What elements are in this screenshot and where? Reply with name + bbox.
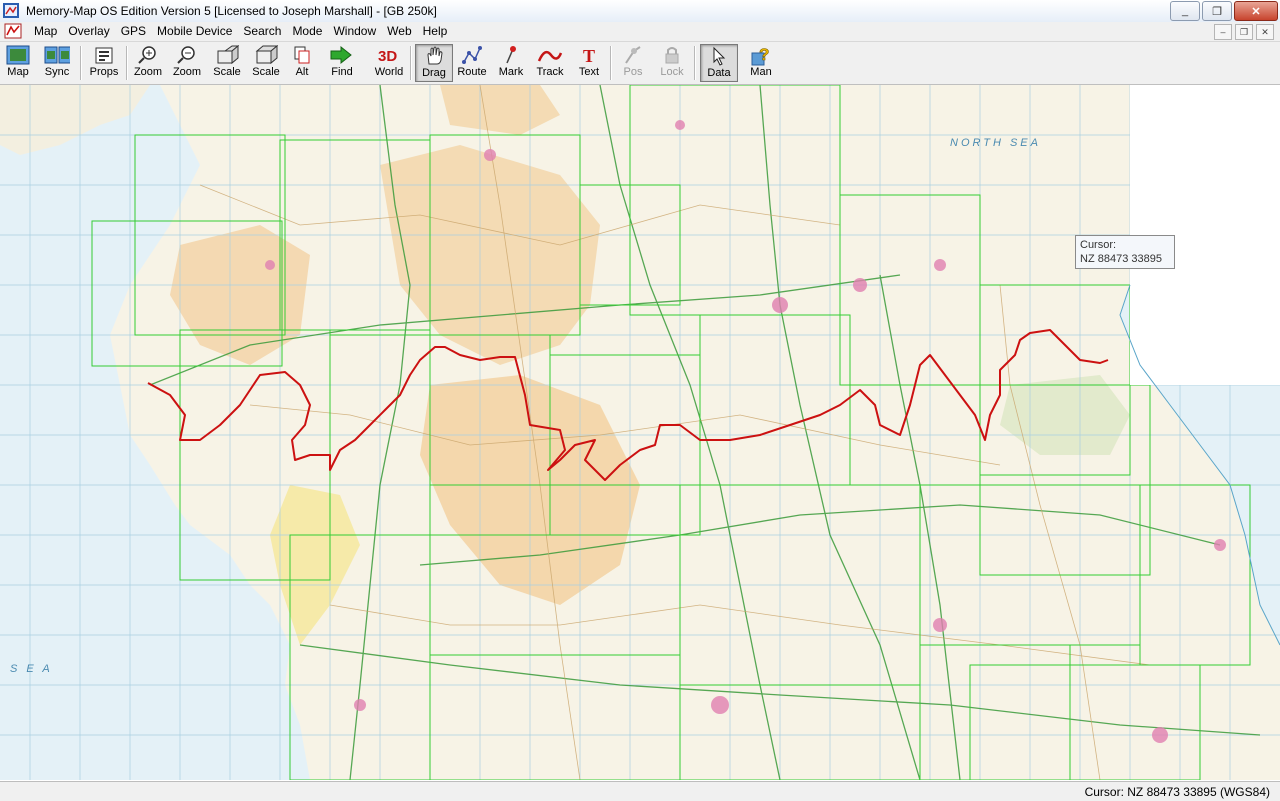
map-icon	[5, 44, 31, 66]
window-title: Memory-Map OS Edition Version 5 [License…	[26, 4, 437, 18]
menu-gps[interactable]: GPS	[117, 24, 153, 39]
toolbar: Map Sync Props Zoom Zoom Scale Scale Alt…	[0, 42, 1280, 85]
svg-text:3D: 3D	[378, 48, 397, 65]
scale-down-icon	[253, 44, 279, 66]
zoom-out-button[interactable]: Zoom	[171, 44, 203, 80]
world-button[interactable]: 3D World	[372, 44, 406, 80]
alt-icon	[289, 44, 315, 66]
route-icon	[459, 44, 485, 66]
pointer-icon	[706, 45, 732, 67]
props-button[interactable]: Props	[88, 44, 120, 80]
find-icon	[329, 44, 355, 66]
cursor-tooltip: Cursor: NZ 88473 33895	[1075, 235, 1175, 269]
zoom-in-button[interactable]: Zoom	[132, 44, 164, 80]
menu-window[interactable]: Window	[329, 24, 383, 39]
menu-search[interactable]: Search	[239, 24, 288, 39]
text-icon: T	[576, 44, 602, 66]
find-button[interactable]: Find	[326, 44, 358, 80]
manual-button[interactable]: ? Man	[746, 44, 776, 80]
marker-icon	[498, 44, 524, 66]
menu-mobile-device[interactable]: Mobile Device	[153, 24, 239, 39]
document-icon[interactable]	[4, 23, 22, 39]
scale-up-icon	[214, 44, 240, 66]
menu-map[interactable]: Map	[30, 24, 64, 39]
tooltip-title: Cursor:	[1080, 239, 1117, 251]
track-button[interactable]: Track	[533, 44, 567, 80]
position-icon	[620, 44, 646, 66]
map-canvas[interactable]	[0, 85, 1280, 780]
lock-icon	[659, 44, 685, 66]
sync-button[interactable]: Sync	[42, 44, 72, 80]
track-icon	[537, 44, 563, 66]
drag-button[interactable]: Drag	[415, 44, 453, 82]
mark-button[interactable]: Mark	[495, 44, 527, 80]
menu-help[interactable]: Help	[419, 24, 455, 39]
land-area-north	[0, 85, 150, 155]
cursor-position-readout: Cursor: NZ 88473 33895 (WGS84)	[1084, 785, 1270, 799]
pos-button[interactable]: Pos	[617, 44, 649, 80]
svg-text:?: ?	[759, 45, 769, 64]
menu-bar: Map Overlay GPS Mobile Device Search Mod…	[0, 22, 1280, 42]
route-button[interactable]: Route	[455, 44, 489, 80]
menu-mode[interactable]: Mode	[288, 24, 329, 39]
north-sea-label: NORTH SEA	[950, 137, 1041, 149]
text-button[interactable]: T Text	[574, 44, 604, 80]
menu-web[interactable]: Web	[383, 24, 418, 39]
minimize-button[interactable]: _	[1170, 1, 1200, 21]
scale-up-button[interactable]: Scale	[210, 44, 244, 80]
hand-icon	[421, 45, 447, 67]
world-3d-icon: 3D	[376, 44, 402, 66]
zoom-in-icon	[135, 44, 161, 66]
sync-icon	[44, 44, 70, 66]
tooltip-value: NZ 88473 33895	[1080, 253, 1162, 265]
map-view[interactable]: NORTH SEA S E A Cursor: NZ 88473 33895	[0, 85, 1280, 780]
lock-button[interactable]: Lock	[656, 44, 688, 80]
title-bar: Memory-Map OS Edition Version 5 [License…	[0, 0, 1280, 23]
svg-text:T: T	[583, 46, 595, 65]
data-button[interactable]: Data	[700, 44, 738, 82]
menu-overlay[interactable]: Overlay	[64, 24, 116, 39]
map-button[interactable]: Map	[4, 44, 32, 80]
sea-label: S E A	[10, 663, 53, 675]
alt-button[interactable]: Alt	[290, 44, 314, 80]
properties-icon	[91, 44, 117, 66]
mdi-restore-button[interactable]: ❐	[1235, 24, 1253, 40]
zoom-out-icon	[174, 44, 200, 66]
maximize-button[interactable]: ❐	[1202, 1, 1232, 21]
scale-down-button[interactable]: Scale	[249, 44, 283, 80]
help-question-icon: ?	[748, 44, 774, 66]
mdi-close-button[interactable]: ✕	[1256, 24, 1274, 40]
mdi-minimize-button[interactable]: –	[1214, 24, 1232, 40]
status-bar: Cursor: NZ 88473 33895 (WGS84)	[0, 781, 1280, 801]
close-button[interactable]: ✕	[1234, 1, 1278, 21]
app-icon	[3, 3, 19, 18]
